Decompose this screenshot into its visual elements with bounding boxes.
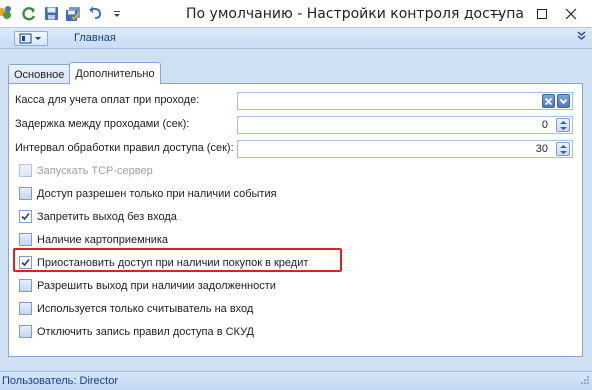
checkbox-card-collector[interactable]: Наличие картоприемника <box>19 233 168 246</box>
status-bar: Пользователь: Director <box>0 371 592 390</box>
cash-register-combo[interactable] <box>237 92 573 110</box>
check-icon <box>21 212 30 221</box>
checkbox-label: Доступ разрешен только при наличии событ… <box>37 187 277 200</box>
checkbox-label: Запретить выход без входа <box>37 210 177 223</box>
tab-advanced[interactable]: Дополнительно <box>69 62 161 84</box>
menu-icon <box>19 33 41 44</box>
rules-interval-label: Интервал обработки правил доступа (сек): <box>15 142 234 154</box>
checkbox-box[interactable] <box>19 210 32 223</box>
checkbox-box[interactable] <box>19 302 32 315</box>
ribbon-menu-button[interactable] <box>14 31 48 46</box>
quick-access-toolbar <box>20 0 130 27</box>
tab-basic[interactable]: Основное <box>8 64 71 84</box>
checkbox-disable-rules-write[interactable]: Отключить запись правил доступа в СКУД <box>19 325 254 338</box>
checkbox-entry-reader-only[interactable]: Используется только считыватель на вход <box>19 302 253 315</box>
save-all-icon[interactable] <box>64 5 82 23</box>
spinner-icon[interactable] <box>556 142 570 156</box>
minimize-icon <box>491 13 501 15</box>
chevron-down-icon[interactable] <box>557 94 570 108</box>
undo-icon[interactable] <box>86 5 104 23</box>
checkbox-label: Разрешить выход при наличии задолженност… <box>37 279 276 292</box>
tab-strip: Основное Дополнительно <box>8 62 161 84</box>
checkbox-box[interactable] <box>19 279 32 292</box>
checkbox-label: Наличие картоприемника <box>37 233 169 246</box>
title-bar: По умолчанию - Настройки контроля доступ… <box>0 0 592 27</box>
save-icon[interactable] <box>42 5 60 23</box>
ribbon-tab-home[interactable]: Главная <box>74 32 116 44</box>
close-button[interactable] <box>548 0 592 27</box>
rules-interval-value: 30 <box>535 143 548 155</box>
rules-interval-input[interactable]: 30 <box>237 140 573 158</box>
checkbox-tcp-server[interactable]: Запускать TCP-сервер <box>19 164 153 177</box>
checkbox-label: Запускать TCP-сервер <box>37 164 153 177</box>
checkbox-box[interactable] <box>19 233 32 246</box>
pass-delay-value: 0 <box>541 119 548 131</box>
pass-delay-label: Задержка между проходами (сек): <box>15 118 190 130</box>
dropdown-icon[interactable] <box>108 5 126 23</box>
app-icon[interactable] <box>0 4 14 22</box>
refresh-icon[interactable] <box>20 5 38 23</box>
checkbox-label: Используется только считыватель на вход <box>37 302 254 315</box>
checkbox-box[interactable] <box>19 325 32 338</box>
status-user: Пользователь: Director <box>2 375 118 387</box>
ribbon-bar: Главная <box>0 27 592 49</box>
close-icon <box>565 8 577 19</box>
resize-grip-icon[interactable] <box>580 375 590 388</box>
pass-delay-input[interactable]: 0 <box>237 116 573 134</box>
checkbox-access-event-only[interactable]: Доступ разрешен только при наличии событ… <box>19 187 277 200</box>
main-area: Основное Дополнительно Касса для учета о… <box>0 49 592 371</box>
maximize-icon <box>537 8 547 19</box>
checkbox-label: Отключить запись правил доступа в СКУД <box>37 325 255 338</box>
checkbox-deny-exit-without-entry[interactable]: Запретить выход без входа <box>19 210 177 223</box>
cash-register-label: Касса для учета оплат при проходе: <box>15 94 200 106</box>
clear-icon[interactable] <box>542 94 555 108</box>
highlight-box <box>13 248 342 272</box>
checkbox-box[interactable] <box>19 164 32 177</box>
checkbox-box[interactable] <box>19 187 32 200</box>
minimize-button[interactable] <box>473 0 519 27</box>
checkbox-allow-exit-with-debt[interactable]: Разрешить выход при наличии задолженност… <box>19 279 276 292</box>
spinner-icon[interactable] <box>556 118 570 132</box>
tab-panel: Касса для учета оплат при проходе: Задер… <box>8 83 583 357</box>
ribbon-expand-icon[interactable] <box>577 31 586 44</box>
